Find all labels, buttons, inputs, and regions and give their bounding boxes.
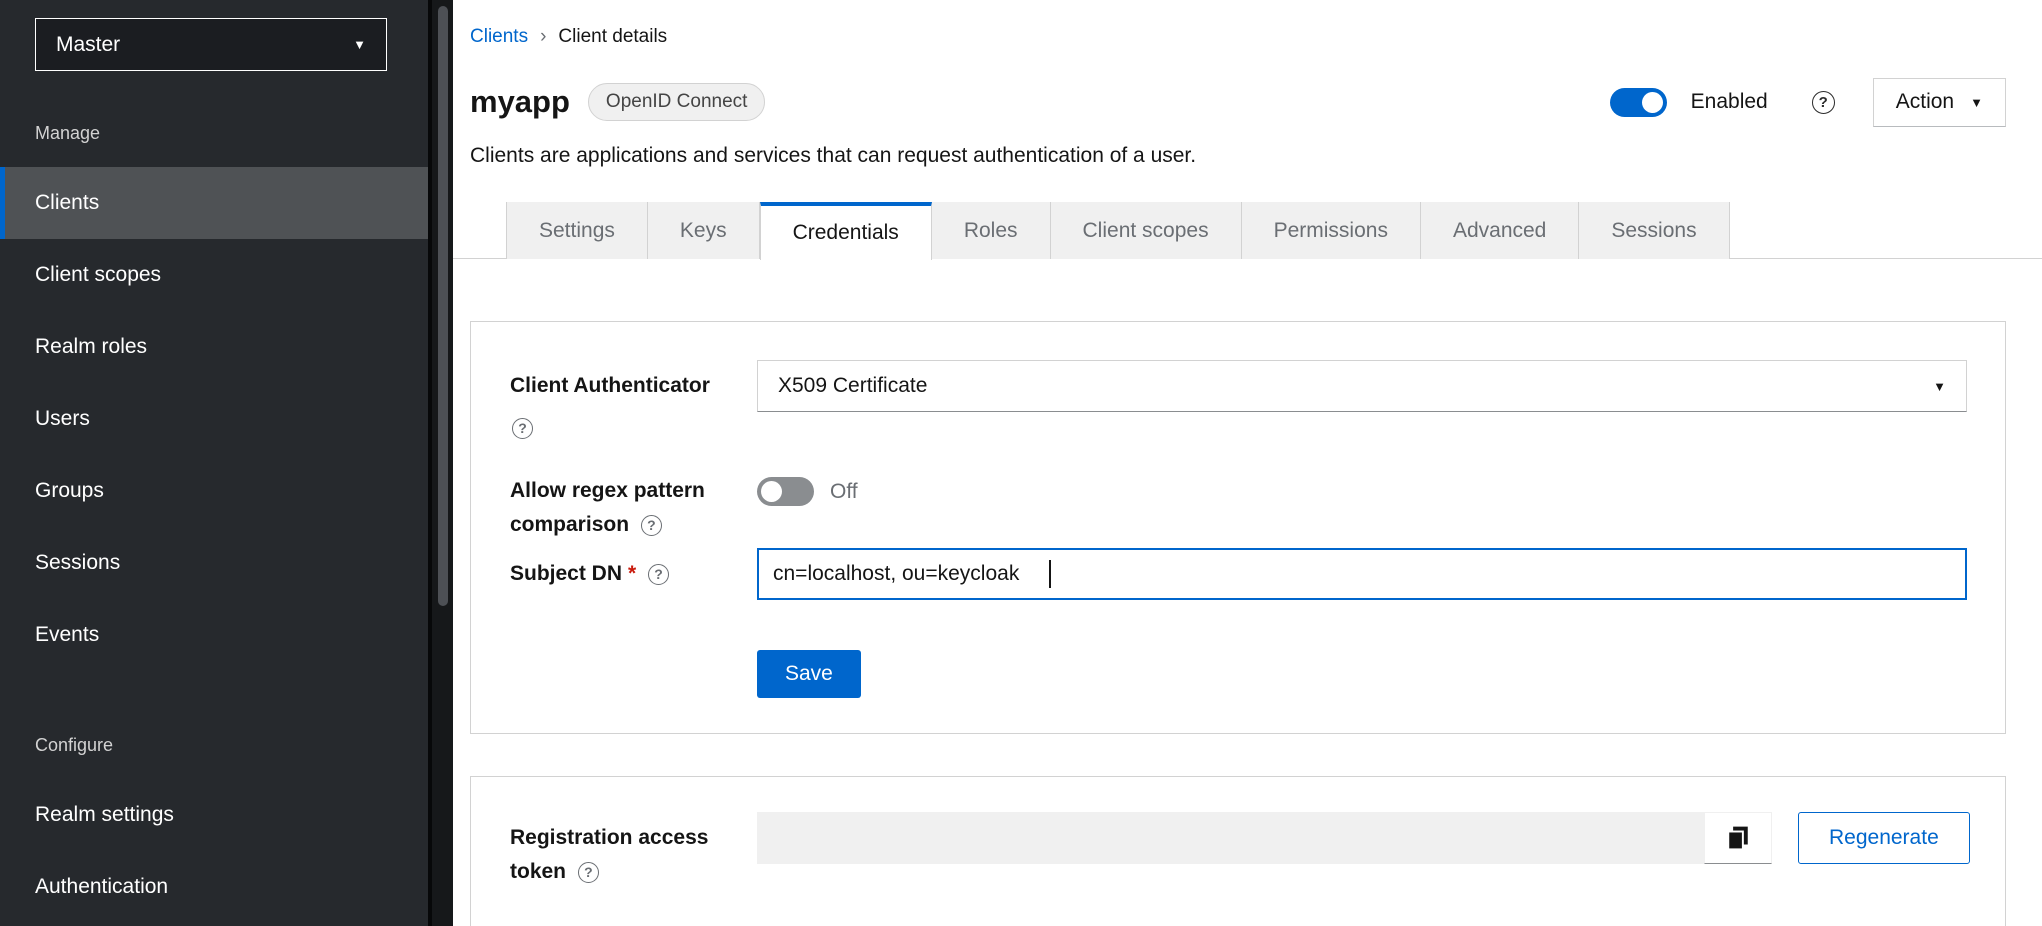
header-controls: Enabled ? Action ▼ xyxy=(1610,78,2006,127)
toggle-knob xyxy=(761,481,782,502)
save-button[interactable]: Save xyxy=(757,650,861,698)
client-authenticator-value: X509 Certificate xyxy=(778,374,927,398)
caret-down-icon: ▼ xyxy=(1970,95,1983,110)
copy-icon xyxy=(1725,825,1751,851)
help-icon[interactable]: ? xyxy=(512,418,533,439)
tab-settings[interactable]: Settings xyxy=(506,202,648,259)
page-title: myapp xyxy=(470,84,570,120)
sidebar-item-realm-settings[interactable]: Realm settings xyxy=(0,779,428,851)
sidebar-item-sessions[interactable]: Sessions xyxy=(0,527,428,599)
help-icon[interactable]: ? xyxy=(1812,91,1835,114)
copy-button[interactable] xyxy=(1704,812,1772,864)
enabled-label: Enabled xyxy=(1691,90,1768,114)
registration-token-card: Registration access token ? Regenerate xyxy=(470,776,2006,926)
sidebar: Master ▼ Manage Clients Client scopes Re… xyxy=(0,0,428,926)
tab-permissions[interactable]: Permissions xyxy=(1242,202,1421,259)
subject-dn-label-text: Subject DN xyxy=(510,562,622,585)
sidebar-scrollbar[interactable] xyxy=(428,0,453,926)
registration-token-label-text: Registration access token xyxy=(510,826,708,883)
tab-advanced[interactable]: Advanced xyxy=(1421,202,1579,259)
sidebar-item-clients[interactable]: Clients xyxy=(0,167,428,239)
text-cursor xyxy=(1049,560,1051,588)
realm-selector[interactable]: Master ▼ xyxy=(35,18,387,71)
client-authenticator-row: Client Authenticator ? X509 Certificate … xyxy=(510,360,1967,446)
breadcrumb-current: Client details xyxy=(558,26,667,48)
nav-list: Clients Client scopes Realm roles Users … xyxy=(0,167,428,671)
subject-dn-row: Subject DN * ? xyxy=(510,548,1967,600)
client-authenticator-select[interactable]: X509 Certificate ▼ xyxy=(757,360,1967,412)
regex-toggle[interactable] xyxy=(757,477,814,506)
regex-toggle-field: Off xyxy=(757,474,858,509)
tab-sessions[interactable]: Sessions xyxy=(1579,202,1729,259)
sidebar-scrollbar-thumb[interactable] xyxy=(438,6,448,606)
breadcrumb: Clients › Client details xyxy=(470,26,2006,48)
sidebar-item-events[interactable]: Events xyxy=(0,599,428,671)
nav-section-title: Configure xyxy=(0,733,428,757)
regex-row: Allow regex pattern comparison ? Off xyxy=(510,474,1967,542)
caret-down-icon: ▼ xyxy=(1933,379,1946,394)
tab-credentials[interactable]: Credentials xyxy=(760,202,932,260)
required-marker: * xyxy=(628,562,636,585)
toggle-knob xyxy=(1642,92,1663,113)
credentials-card: Client Authenticator ? X509 Certificate … xyxy=(470,321,2006,734)
main-content: Clients › Client details myapp OpenID Co… xyxy=(453,0,2042,926)
realm-selector-label: Master xyxy=(56,33,120,57)
nav-section-title: Manage xyxy=(0,121,428,145)
regex-label-text: Allow regex pattern comparison xyxy=(510,479,705,536)
page-description: Clients are applications and services th… xyxy=(470,142,2006,170)
tab-keys[interactable]: Keys xyxy=(648,202,760,259)
sidebar-item-users[interactable]: Users xyxy=(0,383,428,455)
tab-roles[interactable]: Roles xyxy=(932,202,1051,259)
tab-bar: Settings Keys Credentials Roles Client s… xyxy=(453,202,2042,259)
tab-client-scopes[interactable]: Client scopes xyxy=(1051,202,1242,259)
registration-token-row: Registration access token ? Regenerate xyxy=(510,812,1967,889)
page-header: myapp OpenID Connect Enabled ? Action ▼ xyxy=(470,76,2006,128)
client-authenticator-label-text: Client Authenticator xyxy=(510,360,745,412)
help-icon[interactable]: ? xyxy=(648,564,669,585)
breadcrumb-separator-icon: › xyxy=(540,26,546,48)
regex-label: Allow regex pattern comparison ? xyxy=(510,474,757,542)
action-dropdown-button[interactable]: Action ▼ xyxy=(1873,78,2006,127)
caret-down-icon: ▼ xyxy=(353,37,366,52)
sidebar-item-groups[interactable]: Groups xyxy=(0,455,428,527)
regenerate-button[interactable]: Regenerate xyxy=(1798,812,1970,864)
nav-list: Realm settings Authentication xyxy=(0,779,428,923)
action-dropdown-label: Action xyxy=(1896,90,1954,114)
registration-token-label: Registration access token ? xyxy=(510,812,757,889)
registration-token-field: Regenerate xyxy=(757,812,1970,864)
nav-section-manage: Manage Clients Client scopes Realm roles… xyxy=(0,121,428,671)
subject-dn-label: Subject DN * ? xyxy=(510,548,757,600)
sidebar-item-realm-roles[interactable]: Realm roles xyxy=(0,311,428,383)
regex-toggle-state: Off xyxy=(830,474,858,509)
help-icon[interactable]: ? xyxy=(578,862,599,883)
sidebar-item-client-scopes[interactable]: Client scopes xyxy=(0,239,428,311)
protocol-badge: OpenID Connect xyxy=(588,83,766,121)
sidebar-item-authentication[interactable]: Authentication xyxy=(0,851,428,923)
nav-section-configure: Configure Realm settings Authentication xyxy=(0,733,428,923)
subject-dn-input[interactable] xyxy=(757,548,1967,600)
client-authenticator-label: Client Authenticator ? xyxy=(510,360,757,446)
registration-token-input xyxy=(757,812,1704,864)
help-icon[interactable]: ? xyxy=(641,515,662,536)
enabled-toggle[interactable] xyxy=(1610,88,1667,117)
subject-dn-input-wrap xyxy=(757,548,1967,600)
breadcrumb-clients-link[interactable]: Clients xyxy=(470,26,528,48)
